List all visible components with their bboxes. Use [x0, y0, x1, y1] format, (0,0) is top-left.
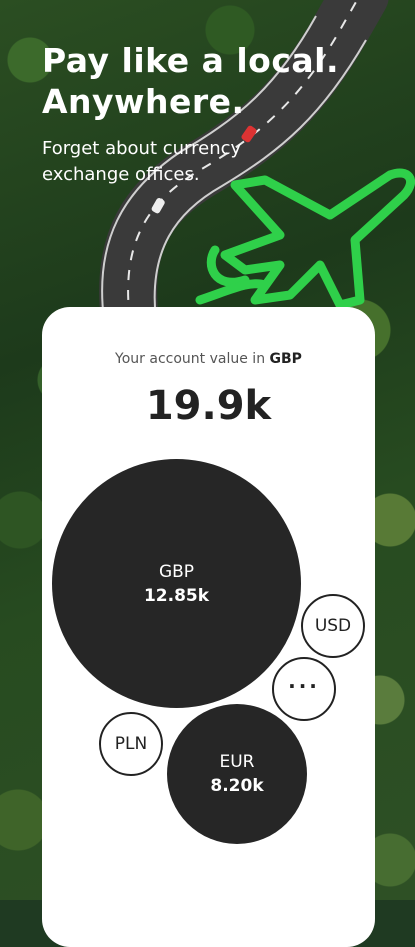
currency-bubble-gbp[interactable]: GBP 12.85k	[52, 459, 301, 708]
headline-line-2: Anywhere.	[42, 82, 245, 121]
hero-subline: Forget about currency exchange offices.	[42, 138, 242, 185]
currency-code: EUR	[219, 752, 255, 772]
account-value: 19.9k	[145, 383, 272, 429]
account-value-label: Your account value in GBP	[42, 351, 375, 367]
currency-code: PLN	[114, 734, 148, 754]
hero-headline: Pay like a local. Anywhere.	[42, 40, 402, 122]
currency-code: USD	[314, 616, 352, 636]
account-card: Your account value in GBP 19.9k GBP 12.8…	[42, 307, 375, 947]
currency-amount: 8.20k	[210, 776, 264, 796]
headline-line-1: Pay like a local.	[42, 41, 340, 80]
more-icon: ···	[288, 674, 320, 698]
currency-bubble-usd[interactable]: USD	[301, 594, 365, 658]
account-label-prefix: Your account value in	[115, 351, 266, 367]
currency-bubble-eur[interactable]: EUR 8.20k	[167, 704, 307, 844]
currency-bubble-pln[interactable]: PLN	[99, 712, 163, 776]
airplane-outline-icon	[195, 168, 415, 310]
currency-amount: 12.85k	[143, 585, 210, 606]
more-currencies-button[interactable]: ···	[272, 657, 336, 721]
currency-code: GBP	[158, 561, 195, 582]
account-label-currency: GBP	[269, 351, 302, 367]
